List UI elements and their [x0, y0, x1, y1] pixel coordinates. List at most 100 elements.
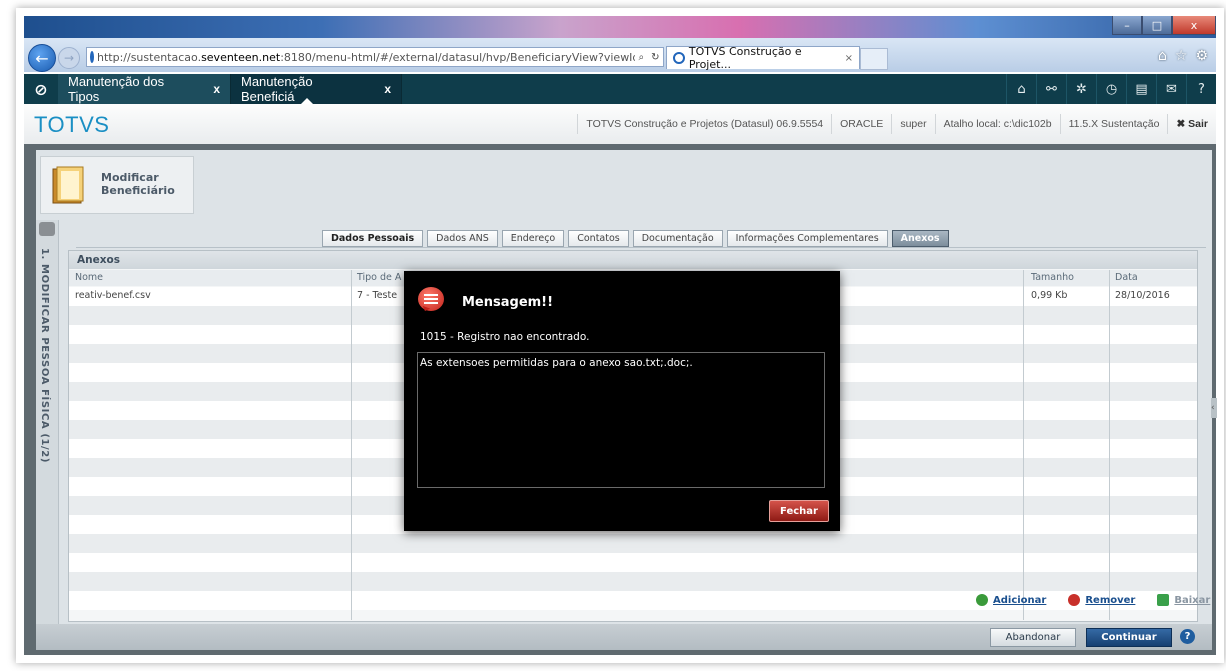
session-info: TOTVS Construção e Projetos (Datasul) 06… [577, 104, 1216, 144]
user-info: super [891, 114, 934, 134]
arrow-right-icon: → [63, 51, 75, 65]
app-tab-bar: ⊘ Manutenção dos Tipos x Manutenção Bene… [24, 74, 1216, 104]
message-dialog: Mensagem!! 1015 - Registro nao encontrad… [404, 271, 840, 531]
empty-row [69, 572, 1197, 591]
folder-icon [52, 166, 84, 204]
tab-globe-icon [673, 52, 685, 64]
totvs-logo: TOTVS [34, 112, 110, 137]
tab-endereco[interactable]: Endereço [501, 230, 565, 247]
tab-label: Manutenção Beneficiá [241, 74, 313, 104]
column-header-nome[interactable]: Nome [75, 272, 103, 283]
download-attachment-button[interactable]: Baixar [1157, 594, 1210, 606]
continue-button[interactable]: Continuar [1086, 628, 1172, 647]
dialog-message: 1015 - Registro nao encontrado. [420, 331, 590, 343]
tab-anexos[interactable]: Anexos [891, 230, 949, 247]
column-divider [351, 270, 352, 620]
empty-row [69, 553, 1197, 572]
cell-tipo: 7 - Teste [357, 290, 398, 301]
column-divider [1023, 270, 1024, 620]
wizard-step-label: 1. MODIFICAR PESSOA FÍSICA (1/2) [39, 248, 50, 464]
download-icon [1157, 594, 1170, 606]
app-header: TOTVS TOTVS Construção e Projetos (Datas… [24, 104, 1216, 145]
maximize-button[interactable]: □ [1142, 16, 1172, 35]
favorites-star-icon[interactable]: ☆ [1175, 48, 1188, 64]
address-bar[interactable]: http://sustentacao. seventeen.net:8180/me… [86, 47, 664, 67]
home-icon[interactable]: ⌂ [1006, 74, 1036, 104]
arrow-left-icon: ← [35, 48, 49, 68]
cell-nome: reativ-benef.csv [75, 290, 151, 301]
version-info: 11.5.X Sustentação [1059, 114, 1168, 134]
home-icon[interactable]: ⌂ [1158, 48, 1167, 64]
message-bubble-icon [418, 287, 444, 311]
module-title: Modificar Beneficiário [101, 171, 175, 197]
tab-divider [76, 247, 1206, 248]
grid-actions: Adicionar Remover Baixar [976, 594, 1210, 606]
browser-tab[interactable]: TOTVS Construção e Projet... × [666, 45, 860, 71]
close-tab-icon[interactable]: × [845, 53, 853, 64]
shortcut-info: Atalho local: c:\dic102b [934, 114, 1060, 134]
close-dialog-button[interactable]: Fechar [769, 500, 829, 522]
back-button[interactable]: ← [28, 44, 56, 72]
tab-informacoes-complementares[interactable]: Informações Complementares [726, 230, 888, 247]
column-header-tamanho[interactable]: Tamanho [1031, 272, 1074, 283]
app-toolbar: ⌂ ⚯ ✲ ◷ ▤ ✉ ? [1006, 74, 1216, 104]
new-tab-button[interactable] [860, 48, 888, 70]
tab-label: Manutenção dos Tipos [68, 74, 165, 104]
address-tools: ⌕ ↻ [635, 48, 663, 66]
close-tab-icon[interactable]: x [384, 82, 391, 96]
page-globe-icon [90, 51, 94, 63]
minimize-button[interactable]: – [1112, 16, 1142, 35]
url-host: seventeen.net [201, 50, 281, 64]
settings-icon[interactable]: ✲ [1066, 74, 1096, 104]
column-header-tipo[interactable]: Tipo de A [357, 272, 401, 283]
tab-dados-ans[interactable]: Dados ANS [427, 230, 498, 247]
collapse-handle-icon[interactable]: ‹ [1211, 398, 1217, 418]
company-info: TOTVS Construção e Projetos (Datasul) 06… [577, 114, 831, 134]
tab-documentacao[interactable]: Documentação [632, 230, 723, 247]
remove-attachment-button[interactable]: Remover [1068, 594, 1135, 606]
wizard-step-icon [39, 222, 55, 236]
column-header-data[interactable]: Data [1115, 272, 1138, 283]
history-clock-icon[interactable]: ◷ [1096, 74, 1126, 104]
column-divider [1109, 270, 1110, 620]
form-footer: Abandonar Continuar ? [36, 624, 1212, 650]
add-attachment-button[interactable]: Adicionar [976, 594, 1046, 606]
dialog-detail-box: As extensoes permitidas para o anexo sao… [417, 352, 825, 488]
remove-label: Remover [1085, 594, 1136, 606]
window-controls: – □ x [1112, 16, 1216, 36]
exit-link[interactable]: ✖ Sair [1167, 114, 1216, 134]
forward-button[interactable]: → [58, 47, 80, 69]
close-window-button[interactable]: x [1172, 16, 1216, 35]
cell-tamanho: 0,99 Kb [1031, 290, 1068, 301]
mail-icon[interactable]: ✉ [1156, 74, 1186, 104]
hierarchy-icon[interactable]: ⚯ [1036, 74, 1066, 104]
tab-dados-pessoais[interactable]: Dados Pessoais [322, 230, 424, 247]
browser-title-bar: – □ x [24, 16, 1216, 38]
tab-contatos[interactable]: Contatos [568, 230, 629, 247]
tab-manutencao-beneficiario[interactable]: Manutenção Beneficiá x [231, 74, 402, 104]
document-icon[interactable]: ▤ [1126, 74, 1156, 104]
search-icon[interactable]: ⌕ [639, 52, 645, 63]
plus-circle-icon [976, 594, 988, 606]
refresh-icon[interactable]: ↻ [651, 52, 659, 63]
url-rest: :8180/menu-html/#/external/datasul/hvp/B… [280, 50, 664, 64]
help-icon[interactable]: ? [1186, 74, 1216, 104]
settings-gear-icon[interactable]: ⚙ [1195, 48, 1208, 64]
help-icon[interactable]: ? [1180, 629, 1195, 644]
minus-circle-icon [1068, 594, 1081, 606]
abandon-button[interactable]: Abandonar [990, 628, 1076, 647]
module-card: Modificar Beneficiário [40, 156, 194, 214]
database-info: ORACLE [831, 114, 891, 134]
close-tab-icon[interactable]: x [213, 82, 220, 96]
cell-data: 28/10/2016 [1115, 290, 1170, 301]
app-menu-icon[interactable]: ⊘ [24, 74, 58, 104]
add-label: Adicionar [993, 594, 1047, 606]
empty-row [69, 534, 1197, 553]
browser-nav-bar: ← → http://sustentacao. seventeen.net:818… [24, 38, 1216, 72]
tab-manutencao-tipos[interactable]: Manutenção dos Tipos x [58, 74, 231, 104]
download-label: Baixar [1174, 594, 1211, 606]
wizard-step-strip: 1. MODIFICAR PESSOA FÍSICA (1/2) [36, 220, 59, 642]
url-prefix: http://sustentacao. [97, 50, 202, 64]
form-tabs: Dados Pessoais Dados ANS Endereço Contat… [322, 230, 949, 247]
grid-title: Anexos [69, 251, 1197, 269]
